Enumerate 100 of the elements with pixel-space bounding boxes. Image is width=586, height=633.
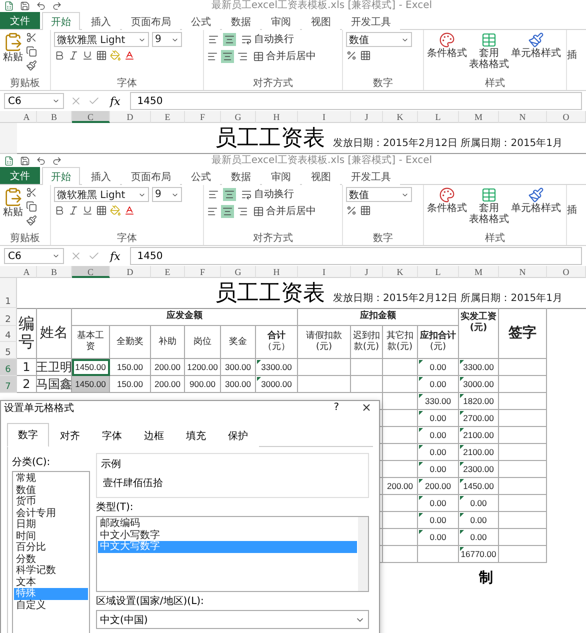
ribbon-tab[interactable]: 开始 [42, 167, 80, 185]
ribbon-tab[interactable]: 开始 [42, 12, 80, 30]
type-item[interactable]: 中文小写数字 [98, 530, 357, 541]
insert-button[interactable]: 插 [567, 185, 577, 245]
conditional-format-button[interactable]: 条件格式 [427, 32, 467, 77]
save-icon[interactable] [20, 156, 30, 166]
merge-center-button[interactable]: 合并后居中 [251, 204, 318, 218]
cell-style-button[interactable]: 单元格样式 [511, 32, 561, 77]
column-header[interactable]: G [221, 266, 256, 278]
category-item[interactable]: 常规 [14, 473, 88, 484]
table-format-button[interactable]: 套用 表格格式 [469, 187, 509, 232]
category-item[interactable]: 文本 [14, 576, 88, 588]
type-item[interactable]: 邮政编码 [98, 518, 357, 530]
column-header[interactable]: A [17, 266, 37, 278]
underline-icon[interactable] [82, 50, 93, 61]
column-header[interactable]: F [185, 111, 221, 123]
copy-icon[interactable] [26, 46, 37, 57]
category-item[interactable]: 货币 [14, 496, 88, 508]
table-format-button[interactable]: 套用 表格格式 [469, 32, 509, 77]
formula-field[interactable]: 1450 [130, 247, 582, 265]
column-header[interactable]: N [499, 266, 547, 278]
category-item[interactable]: 百分比 [14, 542, 88, 554]
column-header[interactable]: I [298, 266, 351, 278]
column-header[interactable]: L [418, 111, 459, 123]
column-header[interactable]: K [383, 266, 418, 278]
row-header[interactable]: 7 [0, 376, 17, 393]
bold-icon[interactable] [54, 205, 65, 216]
border-icon[interactable] [96, 205, 107, 216]
column-header[interactable]: C [72, 111, 110, 123]
wrap-text-button[interactable]: 自动换行 [239, 32, 296, 46]
column-header[interactable]: B [37, 111, 72, 123]
name-box[interactable]: C6 [4, 248, 64, 264]
category-item[interactable]: 日期 [14, 519, 88, 530]
copy-icon[interactable] [26, 201, 37, 212]
align-left-icon[interactable] [207, 206, 218, 216]
column-header[interactable]: M [459, 111, 499, 123]
cut-icon[interactable] [26, 187, 37, 198]
percent-icon[interactable] [346, 205, 357, 216]
wrap-icon[interactable] [241, 188, 252, 200]
align-center-icon[interactable] [221, 204, 234, 218]
insert-function-button[interactable]: fx [106, 250, 124, 262]
row-header[interactable]: 6 [0, 359, 17, 376]
cell-style-button[interactable]: 单元格样式 [511, 187, 561, 232]
file-tab[interactable]: 文件 [0, 12, 40, 29]
insert-button[interactable]: 插 [567, 30, 577, 90]
column-header[interactable]: I [298, 111, 351, 123]
align-middle-icon[interactable] [223, 32, 236, 46]
align-middle-icon[interactable] [223, 188, 236, 200]
font-size-field[interactable]: 9 [152, 32, 182, 47]
font-name-field[interactable]: 微软雅黑 Light [54, 32, 149, 47]
column-header[interactable]: D [110, 266, 151, 278]
column-header[interactable]: O [547, 111, 586, 123]
file-tab[interactable]: 文件 [0, 167, 40, 184]
category-item[interactable]: 分数 [14, 554, 88, 565]
paste-button[interactable]: 粘贴 [3, 187, 23, 232]
cut-icon[interactable] [26, 32, 37, 43]
font-name-field[interactable]: 微软雅黑 Light [54, 187, 149, 202]
format-painter-icon[interactable] [26, 215, 37, 226]
column-header[interactable]: H [256, 266, 298, 278]
type-list[interactable]: 邮政编码 中文小写数字 中文大写数字 [96, 516, 369, 592]
column-header[interactable]: O [547, 266, 586, 278]
row-header[interactable]: 1 [0, 278, 17, 308]
paste-button[interactable]: 粘贴 [3, 32, 23, 77]
formula-field[interactable]: 1450 [130, 92, 582, 110]
column-header[interactable]: E [151, 266, 185, 278]
column-header[interactable]: K [383, 111, 418, 123]
number-format-field[interactable]: 数值 [346, 187, 412, 202]
column-header[interactable]: C [72, 266, 110, 278]
font-color-icon[interactable] [124, 205, 135, 216]
align-right-icon[interactable] [237, 50, 248, 62]
redo-icon[interactable] [52, 156, 62, 166]
column-header[interactable]: H [256, 111, 298, 123]
column-header[interactable]: N [499, 111, 547, 123]
save-icon[interactable] [20, 1, 30, 11]
help-button[interactable]: ? [324, 402, 349, 413]
undo-icon[interactable] [36, 156, 46, 166]
undo-icon[interactable] [36, 1, 46, 11]
scrollbar[interactable] [358, 517, 368, 591]
column-header[interactable]: D [110, 111, 151, 123]
fill-color-icon[interactable] [110, 205, 121, 216]
align-center-icon[interactable] [221, 50, 234, 62]
fill-color-icon[interactable] [110, 50, 121, 61]
column-header[interactable]: B [37, 266, 72, 278]
locale-select[interactable]: 中文(中国) [96, 610, 369, 629]
wrap-icon[interactable] [241, 34, 252, 44]
column-header[interactable]: J [351, 111, 383, 123]
italic-icon[interactable] [68, 205, 79, 216]
row-header[interactable]: 4 [0, 326, 17, 342]
conditional-format-button[interactable]: 条件格式 [427, 187, 467, 232]
category-item[interactable]: 数值 [14, 484, 88, 496]
category-item[interactable]: 科学记数 [14, 565, 88, 576]
font-color-icon[interactable] [124, 50, 135, 61]
insert-function-button[interactable]: fx [106, 94, 124, 108]
category-list[interactable]: 常规 数值 货币 会计专用 日期 时间 百分比 分数 科学记数 文本 特殊 自定义 [12, 471, 90, 633]
column-header[interactable]: E [151, 111, 185, 123]
column-header[interactable]: G [221, 111, 256, 123]
row-header[interactable]: 2 [0, 308, 17, 326]
column-header[interactable]: F [185, 266, 221, 278]
underline-icon[interactable] [82, 205, 93, 216]
align-right-icon[interactable] [237, 206, 248, 216]
